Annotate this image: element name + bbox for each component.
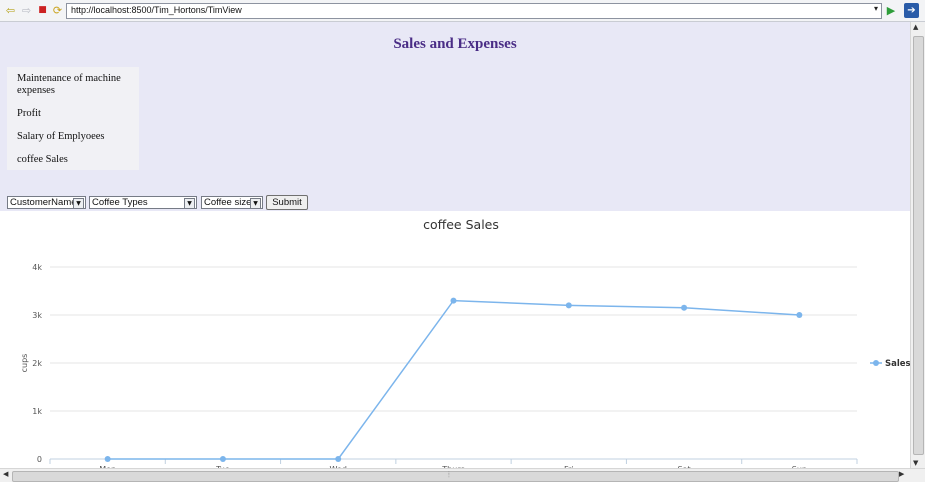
side-menu: Maintenance of machine expenses Profit S… — [7, 67, 139, 170]
coffee-sales-chart: coffee Sales01k2k3k4kMonTueWedThursFriSa… — [20, 217, 910, 468]
series-line-sales — [107, 299, 800, 460]
scroll-grip-icon: ⦙ — [448, 470, 450, 479]
customer-select-value: CustomerName — [10, 197, 77, 208]
coffee-types-select-value: Coffee Types — [92, 197, 148, 208]
address-text: http://localhost:8500/Tim_Hortons/TimVie… — [71, 5, 242, 15]
data-point — [681, 304, 688, 311]
data-point — [104, 456, 111, 462]
scroll-down-icon[interactable]: ▼ — [913, 459, 918, 467]
y-tick-label: 3k — [32, 311, 42, 320]
refresh-icon[interactable]: ⟳ — [51, 4, 64, 17]
vertical-scrollbar[interactable]: ▲ ▼ — [910, 22, 925, 468]
legend-label-sales: Sales — [885, 359, 910, 369]
address-bar[interactable]: http://localhost:8500/Tim_Hortons/TimVie… — [66, 3, 882, 19]
y-tick-label: 0 — [37, 455, 42, 464]
forward-icon[interactable]: ⇨ — [20, 4, 33, 17]
coffee-types-select[interactable]: Coffee Types ▼ — [89, 196, 197, 209]
navigate-icon[interactable]: ➔ — [904, 3, 919, 18]
menu-item-coffee-sales[interactable]: coffee Sales — [17, 154, 135, 166]
y-axis-title: cups — [20, 354, 29, 373]
menu-item-salary[interactable]: Salary of Emplyoees — [17, 131, 135, 143]
page-viewport: Sales and Expenses Maintenance of machin… — [0, 22, 910, 468]
y-tick-label: 1k — [32, 407, 42, 416]
horizontal-scrollbar[interactable]: ◀ ⦙ ▶ — [0, 468, 925, 482]
back-icon[interactable]: ⇦ — [4, 4, 17, 17]
chevron-down-icon: ▼ — [250, 198, 261, 209]
data-point — [565, 302, 572, 309]
data-point — [796, 312, 803, 318]
page-title: Sales and Expenses — [393, 36, 517, 52]
chevron-down-icon: ▼ — [184, 198, 195, 209]
address-dropdown-icon[interactable]: ▾ — [874, 4, 878, 13]
y-tick-label: 4k — [32, 263, 42, 272]
data-point — [335, 456, 342, 462]
scroll-right-icon[interactable]: ▶ — [899, 470, 904, 478]
customer-select[interactable]: CustomerName ▼ — [7, 196, 86, 209]
chevron-down-icon: ▼ — [73, 198, 84, 209]
data-point — [450, 297, 457, 304]
horizontal-scroll-thumb[interactable] — [12, 471, 899, 482]
coffee-size-select-value: Coffee size — [204, 197, 252, 208]
go-icon[interactable]: ▶ — [884, 3, 898, 18]
scroll-up-icon[interactable]: ▲ — [913, 23, 918, 31]
legend-marker-icon — [873, 360, 879, 366]
menu-item-maintenance[interactable]: Maintenance of machine expenses — [17, 73, 135, 97]
coffee-size-select[interactable]: Coffee size ▼ — [201, 196, 263, 209]
data-point — [219, 456, 226, 462]
header-band: Sales and Expenses Maintenance of machin… — [0, 22, 910, 211]
browser-toolbar: ⇦ ⇨ ■ ⟳ http://localhost:8500/Tim_Horton… — [0, 0, 925, 22]
y-tick-label: 2k — [32, 359, 42, 368]
scroll-left-icon[interactable]: ◀ — [3, 470, 8, 478]
stop-icon[interactable]: ■ — [36, 4, 49, 17]
vertical-scroll-thumb[interactable] — [913, 36, 924, 455]
menu-item-profit[interactable]: Profit — [17, 108, 135, 120]
submit-button[interactable]: Submit — [266, 195, 308, 210]
chart-title: coffee Sales — [423, 217, 499, 232]
